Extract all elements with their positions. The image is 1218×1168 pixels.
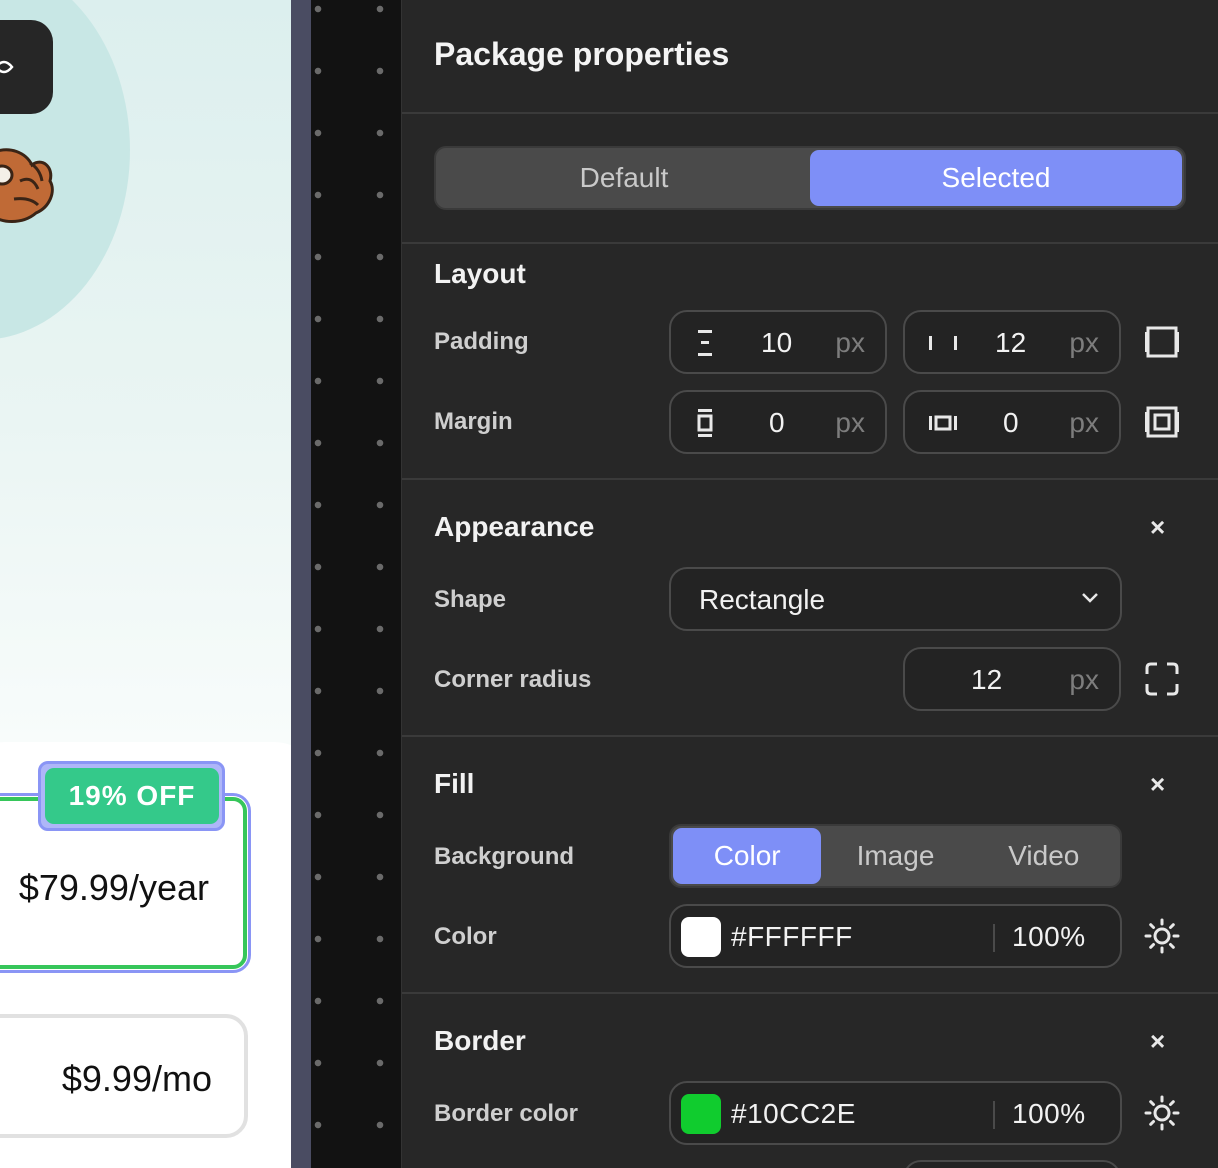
padding-individual-icon[interactable] [1144,324,1180,360]
state-toggle: Default Selected [434,146,1186,210]
margin-vertical-icon [697,409,713,437]
layout-section-title: Layout [434,258,526,289]
corner-radius-value: 12 [971,664,1003,695]
background-label: Background [434,843,575,870]
padding-vertical-field[interactable]: 10 px [669,310,887,374]
background-option-color[interactable]: Color [673,828,822,884]
padding-vertical-value: 10 [761,327,793,358]
corner-radius-unit: px [1069,664,1099,695]
tab-selected[interactable]: Selected [810,150,1182,206]
background-option-image[interactable]: Image [821,828,969,884]
canvas-scrollbar[interactable] [291,0,311,1168]
margin-horizontal-icon [929,415,957,431]
discount-badge[interactable]: 19% OFF [45,768,219,824]
divider [402,242,1218,244]
border-color-hex[interactable]: #10CC2E [731,1098,856,1130]
fill-color-field[interactable]: #FFFFFF 100% [669,904,1122,968]
margin-individual-icon[interactable] [1144,404,1180,440]
margin-horizontal-value: 0 [1003,407,1019,438]
padding-horizontal-icon [929,336,957,350]
package-yearly-price: $79.99/year [18,867,209,908]
fill-color-opacity[interactable]: 100% [1012,921,1086,953]
eye-icon [0,60,14,74]
shape-select-value: Rectangle [699,584,826,615]
close-icon[interactable]: × [1150,514,1165,540]
corner-radius-icon[interactable] [1144,661,1180,697]
corner-radius-field[interactable]: 12 px [903,647,1121,711]
margin-label: Margin [434,408,513,435]
divider [993,924,995,952]
margin-vertical-value: 0 [769,407,785,438]
divider [402,112,1218,114]
paywall-preview: $79.99/year 19% OFF $9.99/mo [0,0,291,1168]
border-color-label: Border color [434,1100,579,1127]
package-monthly[interactable]: $9.99/mo [0,1014,248,1138]
divider [402,735,1218,737]
panel-title: Package properties [434,36,730,72]
margin-horizontal-field[interactable]: 0 px [903,390,1121,454]
padding-horizontal-value: 12 [995,327,1027,358]
fill-color-swatch[interactable] [681,917,721,957]
margin-horizontal-unit: px [1069,407,1099,438]
close-icon[interactable]: × [1150,1028,1165,1054]
margin-vertical-field[interactable]: 0 px [669,390,887,454]
package-monthly-price: $9.99/mo [61,1058,212,1099]
border-color-opacity[interactable]: 100% [1012,1098,1086,1130]
close-icon[interactable]: × [1150,771,1165,797]
background-option-video[interactable]: Video [970,828,1118,884]
divider [402,478,1218,480]
chevron-down-icon [1082,593,1098,603]
fill-color-label: Color [434,923,497,950]
theme-sun-icon[interactable] [1144,1095,1180,1131]
padding-horizontal-field[interactable]: 12 px [903,310,1121,374]
shape-label: Shape [434,586,507,613]
tab-default[interactable]: Default [438,150,810,206]
divider [402,992,1218,994]
border-width-field[interactable] [903,1160,1121,1168]
corner-radius-label: Corner radius [434,666,592,693]
padding-vertical-unit: px [835,327,865,358]
border-section-title: Border [434,1025,526,1056]
fill-color-hex[interactable]: #FFFFFF [731,921,853,953]
appearance-section-title: Appearance [434,511,595,542]
padding-vertical-icon [698,330,712,356]
shape-select[interactable]: Rectangle [669,567,1122,631]
padding-label: Padding [434,328,529,355]
theme-sun-icon[interactable] [1144,918,1180,954]
canvas-dot-grid [311,0,402,1168]
properties-panel: Package properties Default Selected Layo… [402,0,1218,1168]
divider [993,1101,995,1129]
border-color-field[interactable]: #10CC2E 100% [669,1081,1122,1145]
margin-vertical-unit: px [835,407,865,438]
fill-section-title: Fill [434,768,475,799]
padding-horizontal-unit: px [1069,327,1099,358]
baseball-mitt-illustration [0,148,54,223]
border-color-swatch[interactable] [681,1094,721,1134]
background-type-toggle: Color Image Video [669,824,1122,888]
